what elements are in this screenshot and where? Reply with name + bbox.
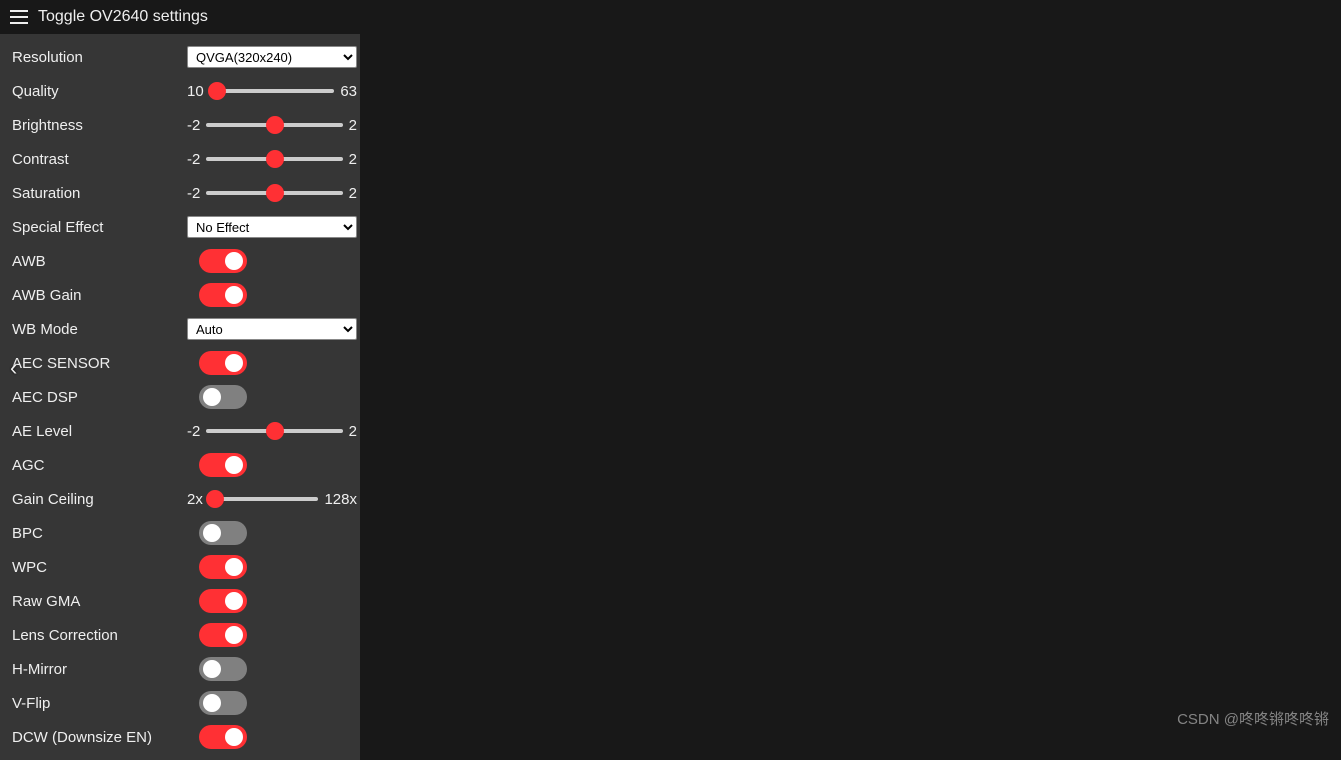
gain-ceiling-slider[interactable]: [209, 497, 319, 501]
label-raw-gma: Raw GMA: [12, 593, 187, 610]
watermark: CSDN @咚咚锵咚咚锵: [1177, 708, 1329, 729]
label-wpc: WPC: [12, 559, 187, 576]
contrast-max: 2: [349, 151, 357, 168]
row-ae-level: AE Level -2 2: [12, 416, 350, 446]
label-quality: Quality: [12, 83, 187, 100]
brightness-slider[interactable]: [206, 123, 342, 127]
label-agc: AGC: [12, 457, 187, 474]
settings-panel: Resolution QVGA(320x240) Quality 10 63 B…: [0, 34, 360, 760]
row-aec-sensor: AEC SENSOR: [12, 348, 350, 378]
raw-gma-toggle[interactable]: [199, 589, 247, 613]
label-aec-dsp: AEC DSP: [12, 389, 187, 406]
saturation-min: -2: [187, 185, 200, 202]
row-raw-gma: Raw GMA: [12, 586, 350, 616]
awb-toggle[interactable]: [199, 249, 247, 273]
page-title: Toggle OV2640 settings: [38, 8, 208, 26]
agc-toggle[interactable]: [199, 453, 247, 477]
menu-icon[interactable]: [10, 10, 28, 24]
saturation-max: 2: [349, 185, 357, 202]
ae-level-slider[interactable]: [206, 429, 342, 433]
quality-min: 10: [187, 83, 204, 100]
ae-level-max: 2: [349, 423, 357, 440]
row-contrast: Contrast -2 2: [12, 144, 350, 174]
special-effect-select[interactable]: No Effect: [187, 216, 357, 238]
row-wb-mode: WB Mode Auto: [12, 314, 350, 344]
lens-correction-toggle[interactable]: [199, 623, 247, 647]
brightness-max: 2: [349, 117, 357, 134]
row-awb: AWB: [12, 246, 350, 276]
quality-slider[interactable]: [210, 89, 335, 93]
gain-ceiling-max: 128x: [324, 491, 357, 508]
label-dcw: DCW (Downsize EN): [12, 729, 187, 746]
row-wpc: WPC: [12, 552, 350, 582]
row-lens-correction: Lens Correction: [12, 620, 350, 650]
label-wb-mode: WB Mode: [12, 321, 187, 338]
resolution-select[interactable]: QVGA(320x240): [187, 46, 357, 68]
awb-gain-toggle[interactable]: [199, 283, 247, 307]
aec-sensor-toggle[interactable]: [199, 351, 247, 375]
row-resolution: Resolution QVGA(320x240): [12, 42, 350, 72]
label-gain-ceiling: Gain Ceiling: [12, 491, 187, 508]
v-flip-toggle[interactable]: [199, 691, 247, 715]
collapse-icon[interactable]: ‹: [10, 355, 17, 381]
gain-ceiling-min: 2x: [187, 491, 203, 508]
label-lens-correction: Lens Correction: [12, 627, 187, 644]
row-special-effect: Special Effect No Effect: [12, 212, 350, 242]
label-v-flip: V-Flip: [12, 695, 187, 712]
label-contrast: Contrast: [12, 151, 187, 168]
wb-mode-select[interactable]: Auto: [187, 318, 357, 340]
row-agc: AGC: [12, 450, 350, 480]
contrast-min: -2: [187, 151, 200, 168]
quality-max: 63: [340, 83, 357, 100]
contrast-slider[interactable]: [206, 157, 342, 161]
row-dcw: DCW (Downsize EN): [12, 722, 350, 752]
row-brightness: Brightness -2 2: [12, 110, 350, 140]
label-special-effect: Special Effect: [12, 219, 187, 236]
row-v-flip: V-Flip: [12, 688, 350, 718]
ae-level-min: -2: [187, 423, 200, 440]
header: Toggle OV2640 settings: [0, 0, 1341, 34]
row-quality: Quality 10 63: [12, 76, 350, 106]
label-brightness: Brightness: [12, 117, 187, 134]
wpc-toggle[interactable]: [199, 555, 247, 579]
row-gain-ceiling: Gain Ceiling 2x 128x: [12, 484, 350, 514]
row-bpc: BPC: [12, 518, 350, 548]
label-saturation: Saturation: [12, 185, 187, 202]
row-awb-gain: AWB Gain: [12, 280, 350, 310]
label-aec-sensor: AEC SENSOR: [12, 355, 187, 372]
h-mirror-toggle[interactable]: [199, 657, 247, 681]
saturation-slider[interactable]: [206, 191, 342, 195]
label-awb-gain: AWB Gain: [12, 287, 187, 304]
row-saturation: Saturation -2 2: [12, 178, 350, 208]
label-resolution: Resolution: [12, 49, 187, 66]
label-ae-level: AE Level: [12, 423, 187, 440]
aec-dsp-toggle[interactable]: [199, 385, 247, 409]
row-aec-dsp: AEC DSP: [12, 382, 350, 412]
bpc-toggle[interactable]: [199, 521, 247, 545]
dcw-toggle[interactable]: [199, 725, 247, 749]
label-awb: AWB: [12, 253, 187, 270]
label-bpc: BPC: [12, 525, 187, 542]
brightness-min: -2: [187, 117, 200, 134]
row-h-mirror: H-Mirror: [12, 654, 350, 684]
label-h-mirror: H-Mirror: [12, 661, 187, 678]
